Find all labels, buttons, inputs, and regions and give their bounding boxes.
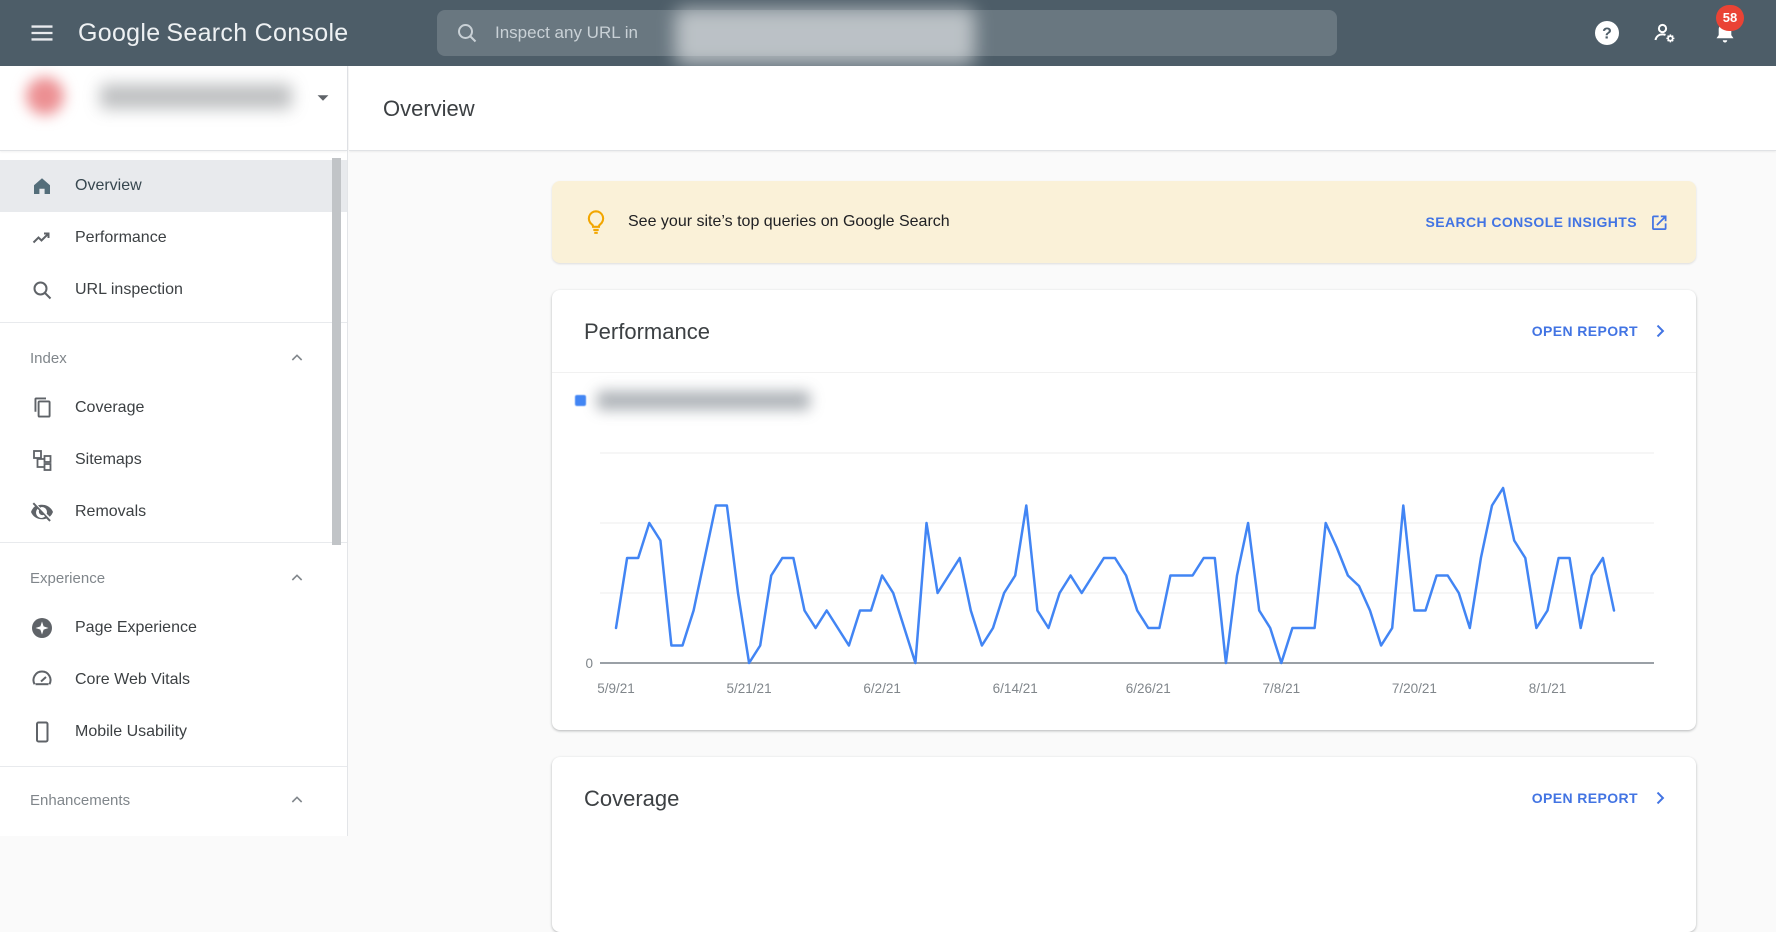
svg-text:6/14/21: 6/14/21: [993, 681, 1038, 696]
smartphone-icon: [30, 720, 54, 744]
pages-copy-icon: [30, 396, 54, 420]
help-icon[interactable]: ?: [1594, 20, 1620, 46]
link-label: OPEN REPORT: [1532, 790, 1638, 806]
app-logo: GoogleSearch Console: [78, 0, 349, 66]
svg-text:8/1/21: 8/1/21: [1529, 681, 1567, 696]
sidebar-item-label: Page Experience: [75, 619, 197, 637]
main-content: Overview See your site’s top queries on …: [349, 66, 1776, 836]
sidebar-item-label: Coverage: [75, 399, 144, 417]
sidebar-section-enhancements[interactable]: Enhancements: [0, 778, 347, 822]
svg-text:5/9/21: 5/9/21: [597, 681, 635, 696]
clicks-line-chart: 0 5/9/21 5/21/21 6/2/21 6/14/21 6/26/21 7/8/21…: [552, 290, 1696, 730]
coverage-card-header: Coverage OPEN REPORT: [552, 757, 1696, 841]
sidebar-item-mobile-usability[interactable]: Mobile Usability: [0, 706, 347, 758]
property-avatar-redacted: [26, 77, 64, 115]
sidebar-item-label: Sitemaps: [75, 451, 142, 469]
sidebar-item-overview[interactable]: Overview: [0, 160, 347, 212]
section-header-label: Experience: [30, 570, 289, 587]
sidebar-item-sitemaps[interactable]: Sitemaps: [0, 434, 347, 486]
sidebar-item-core-web-vitals[interactable]: Core Web Vitals: [0, 654, 347, 706]
sidebar-section-experience[interactable]: Experience: [0, 556, 347, 600]
sidebar-scrollbar-thumb[interactable]: [332, 158, 341, 545]
search-placeholder: Inspect any URL in: [495, 10, 638, 56]
sidebar-item-label: Overview: [75, 177, 142, 195]
url-inspection-input[interactable]: Inspect any URL in: [437, 10, 1337, 56]
open-coverage-report-link[interactable]: OPEN REPORT: [1532, 788, 1670, 808]
sidebar-divider: [0, 322, 347, 323]
sidebar: Overview Performance URL inspection Inde…: [0, 66, 348, 836]
menu-icon[interactable]: [28, 19, 56, 47]
chevron-up-icon: [289, 350, 305, 366]
sidebar-item-url-inspection[interactable]: URL inspection: [0, 264, 347, 316]
sidebar-item-label: Removals: [75, 503, 146, 521]
card-title: Coverage: [584, 757, 679, 841]
sidebar-section-index[interactable]: Index: [0, 336, 347, 380]
search-icon: [455, 21, 479, 45]
svg-text:7/20/21: 7/20/21: [1392, 681, 1437, 696]
sidebar-item-performance[interactable]: Performance: [0, 212, 347, 264]
open-in-new-icon: [1649, 212, 1670, 233]
trending-up-icon: [30, 226, 54, 250]
manage-users-icon[interactable]: [1652, 20, 1678, 46]
banner-text: See your site’s top queries on Google Se…: [628, 213, 1426, 231]
section-header-label: Enhancements: [30, 792, 289, 809]
sidebar-item-page-experience[interactable]: Page Experience: [0, 602, 347, 654]
redacted-property-url-blur: [675, 8, 975, 66]
star-circle-icon: [30, 616, 54, 640]
link-label: SEARCH CONSOLE INSIGHTS: [1426, 214, 1637, 230]
svg-text:6/26/21: 6/26/21: [1126, 681, 1171, 696]
notification-count-badge[interactable]: 58: [1716, 5, 1744, 31]
home-icon: [30, 174, 54, 198]
lightbulb-icon: [582, 208, 610, 236]
section-header-label: Index: [30, 350, 289, 367]
chevron-up-icon: [289, 570, 305, 586]
logo-search-console: Search Console: [166, 19, 348, 47]
performance-card: Performance OPEN REPORT 05/9/215/21/216/…: [552, 290, 1696, 730]
sidebar-divider: [0, 766, 347, 767]
svg-text:0: 0: [585, 656, 593, 671]
page-header: Overview: [349, 66, 1776, 151]
magnifier-icon: [30, 278, 54, 302]
sidebar-item-coverage[interactable]: Coverage: [0, 382, 347, 434]
property-name-redacted: [100, 84, 292, 109]
sidebar-divider: [0, 542, 347, 543]
caret-down-icon: [310, 85, 336, 111]
svg-text:5/21/21: 5/21/21: [727, 681, 772, 696]
sidebar-item-label: Mobile Usability: [75, 723, 187, 741]
page-title: Overview: [383, 66, 475, 151]
chevron-right-icon: [1650, 788, 1670, 808]
insights-banner: See your site’s top queries on Google Se…: [552, 181, 1696, 263]
logo-google: Google: [78, 19, 160, 47]
chevron-up-icon: [289, 792, 305, 808]
svg-text:7/8/21: 7/8/21: [1263, 681, 1301, 696]
svg-text:6/2/21: 6/2/21: [863, 681, 901, 696]
sidebar-item-label: URL inspection: [75, 281, 183, 299]
speedometer-icon: [30, 668, 54, 692]
eye-off-icon: [30, 500, 54, 524]
sidebar-item-label: Core Web Vitals: [75, 671, 190, 689]
property-selector[interactable]: [0, 66, 347, 151]
top-app-bar: GoogleSearch Console Inspect any URL in …: [0, 0, 1776, 66]
sidebar-item-label: Performance: [75, 229, 167, 247]
help-glyph: ?: [1602, 26, 1612, 43]
search-console-insights-link[interactable]: SEARCH CONSOLE INSIGHTS: [1426, 212, 1670, 233]
sitemap-tree-icon: [30, 448, 54, 472]
coverage-card: Coverage OPEN REPORT: [552, 757, 1696, 932]
sidebar-item-removals[interactable]: Removals: [0, 486, 347, 538]
